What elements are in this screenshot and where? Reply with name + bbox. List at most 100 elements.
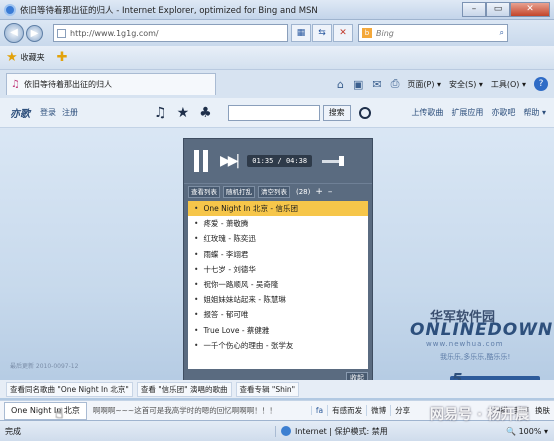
time-display: 01:35 / 04:38 (247, 155, 313, 167)
window-title: 依旧等待着那出征的归人 - Internet Explorer, optimiz… (20, 5, 318, 16)
feeds-icon[interactable]: ▣ (353, 78, 363, 91)
nav-icons: ♫ ★ ♣ (154, 105, 222, 121)
help-icon[interactable]: ? (534, 77, 548, 91)
comment-button[interactable]: 有感而发 (327, 405, 366, 416)
pause-button[interactable] (194, 150, 212, 172)
url-field[interactable]: http://www.1g1g.com/ (53, 24, 288, 42)
site-logo[interactable]: 亦歌 (10, 105, 30, 120)
playlist: One Night In 北京 - 信乐团疼爱 - 萧敬腾红玫瑰 - 陈奕迅雨蝶… (188, 201, 368, 369)
scrolling-comment: 啊啊啊~~~这首可是我高学时的嗯的回忆啊啊啊！！！ (92, 406, 277, 415)
playlist-count: (28) (296, 187, 311, 196)
playlist-song[interactable]: 祝你一路顺风 - 吴奇隆 (188, 277, 368, 292)
fa-button[interactable]: fa (310, 406, 327, 415)
star-icon[interactable]: ★ (177, 105, 190, 121)
forum-link[interactable]: 亦歌吧 (491, 107, 515, 118)
playlist-tools: 查看列表 随机打乱 清空列表 (28) + – (184, 183, 372, 199)
clover-icon[interactable]: ♣ (199, 105, 212, 121)
login-link[interactable]: 登录 (40, 107, 56, 118)
security-zone[interactable]: Internet | 保护模式: 禁用 (275, 425, 388, 437)
status-text: 完成 (5, 426, 21, 436)
site-navbar: 亦歌 登录 注册 ♫ ★ ♣ 搜索 上传歌曲 扩展应用 亦歌吧 帮助 ▾ (0, 98, 554, 128)
skin-button[interactable]: 换肤 (535, 405, 550, 416)
window-titlebar: 依旧等待着那出征的归人 - Internet Explorer, optimiz… (0, 0, 554, 20)
playlist-song[interactable]: 红玫瑰 - 陈奕迅 (188, 231, 368, 246)
music-icon[interactable]: ♫ (154, 105, 167, 121)
volume-slider[interactable] (322, 155, 345, 166)
shuffle-button[interactable]: 随机打乱 (223, 185, 255, 198)
minimize-button[interactable]: – (462, 2, 486, 17)
bing-placeholder: Bing (376, 28, 394, 38)
playlist-song[interactable]: 雨蝶 - 李翊君 (188, 247, 368, 262)
watermark-en: ONLINEDOWN (410, 320, 554, 340)
back-button[interactable]: ◀ (4, 23, 24, 43)
search-icon[interactable]: ⌕ (500, 28, 504, 38)
site-search-button[interactable]: 搜索 (322, 104, 351, 121)
playlist-song[interactable]: 十七岁 - 刘德华 (188, 262, 368, 277)
favorites-star-icon[interactable]: ★ (6, 50, 18, 65)
register-link[interactable]: 注册 (62, 107, 78, 118)
corner-watermark: 网易号 · 杨开晨 (430, 407, 530, 423)
site-right-links: 上传歌曲 扩展应用 亦歌吧 帮助 ▾ (403, 107, 554, 118)
ie-logo-icon (4, 3, 16, 16)
player-controls: ▶▶| 01:35 / 04:38 (184, 139, 372, 183)
watermark-slogan: 我乐乐,多乐乐,酷乐乐! (440, 353, 511, 361)
playlist-song[interactable]: One Night In 北京 - 信乐团 (188, 201, 368, 217)
url-text: http://www.1g1g.com/ (70, 28, 159, 38)
page-icon (57, 28, 66, 38)
safety-menu[interactable]: 安全(S) ▾ (449, 79, 483, 90)
address-tools: ▦ ⇆ ✕ (291, 24, 354, 42)
help-menu[interactable]: 帮助 ▾ (523, 107, 546, 118)
related-album[interactable]: 查看专辑 "Shin" (235, 381, 300, 397)
window-controls: – ▭ ✕ (462, 2, 550, 17)
related-same-song[interactable]: 查看同名歌曲 "One Night In 北京" (6, 381, 133, 397)
command-bar: ⌂ ▣ ✉ ⎙ 页面(P) ▾ 安全(S) ▾ 工具(O) ▾ ? (328, 77, 554, 91)
playlist-song[interactable]: 报答 - 郁可唯 (188, 307, 368, 322)
add-icon[interactable]: + (315, 187, 323, 197)
clear-list-button[interactable]: 清空列表 (258, 185, 290, 198)
compat-view-icon[interactable]: ▦ (291, 24, 311, 42)
clock-icon[interactable] (358, 106, 371, 119)
mail-icon[interactable]: ✉ (372, 78, 381, 91)
now-playing-tab[interactable]: One Night In 北京 (4, 401, 87, 420)
tools-menu[interactable]: 工具(O) ▾ (491, 79, 526, 90)
remove-icon[interactable]: – (328, 187, 333, 197)
zone-text: Internet | 保护模式: 禁用 (295, 426, 388, 436)
view-list-button[interactable]: 查看列表 (188, 185, 220, 198)
zoom-level[interactable]: 🔍 100% ▾ (506, 427, 554, 436)
playlist-song[interactable]: True Love - 蔡健雅 (188, 323, 368, 338)
playlist-song[interactable]: 疼爱 - 萧敬腾 (188, 216, 368, 231)
forward-button[interactable]: ▶ (26, 24, 43, 42)
bing-icon: b (362, 28, 372, 38)
tab-bar: ♫ 依旧等待着那出征的归人 ⌂ ▣ ✉ ⎙ 页面(P) ▾ 安全(S) ▾ 工具… (0, 70, 554, 98)
favorites-bar: ★ 收藏夹 ✚ (0, 46, 554, 70)
music-note-icon: ♫ (11, 79, 20, 90)
share-button[interactable]: 分享 (390, 405, 414, 416)
bing-search-field[interactable]: b Bing ⌕ (358, 24, 508, 42)
related-artist[interactable]: 查看 "信乐团" 演唱的歌曲 (136, 381, 232, 397)
close-button[interactable]: ✕ (510, 2, 550, 17)
last-updated: 最后更新 2010-0097-12 (10, 363, 79, 370)
add-favorite-icon[interactable]: ✚ (57, 50, 68, 65)
watermark-url: www.newhua.com (426, 340, 504, 348)
maximize-button[interactable]: ▭ (486, 2, 510, 17)
related-links: 查看同名歌曲 "One Night In 北京" 查看 "信乐团" 演唱的歌曲 … (0, 380, 554, 398)
next-track-icon[interactable]: ▶▶| (220, 153, 240, 169)
home-icon[interactable]: ⌂ (337, 78, 344, 91)
playlist-song[interactable]: 一千个伤心的理由 - 张学友 (188, 338, 368, 353)
address-bar: ◀ ▶ http://www.1g1g.com/ ▦ ⇆ ✕ b Bing ⌕ (0, 20, 554, 46)
browser-tab[interactable]: ♫ 依旧等待着那出征的归人 (6, 73, 216, 95)
upload-link[interactable]: 上传歌曲 (411, 107, 443, 118)
globe-icon (281, 426, 291, 436)
music-player: ▶▶| 01:35 / 04:38 查看列表 随机打乱 清空列表 (28) + … (183, 138, 373, 388)
hand-cursor-icon: ☝ (55, 406, 64, 422)
stop-icon[interactable]: ✕ (333, 24, 353, 42)
site-search-input[interactable] (227, 104, 320, 121)
refresh-icon[interactable]: ⇆ (312, 24, 332, 42)
weibo-button[interactable]: 微博 (366, 405, 390, 416)
print-icon[interactable]: ⎙ (391, 77, 400, 91)
page-menu[interactable]: 页面(P) ▾ (407, 79, 441, 90)
favorites-label[interactable]: 收藏夹 (21, 52, 45, 63)
playlist-song[interactable]: 姐姐妹妹站起来 - 陈慧琳 (188, 292, 368, 307)
extensions-link[interactable]: 扩展应用 (451, 107, 483, 118)
page-content: 亦歌 登录 注册 ♫ ★ ♣ 搜索 上传歌曲 扩展应用 亦歌吧 帮助 ▾ ▶▶|… (0, 98, 554, 420)
